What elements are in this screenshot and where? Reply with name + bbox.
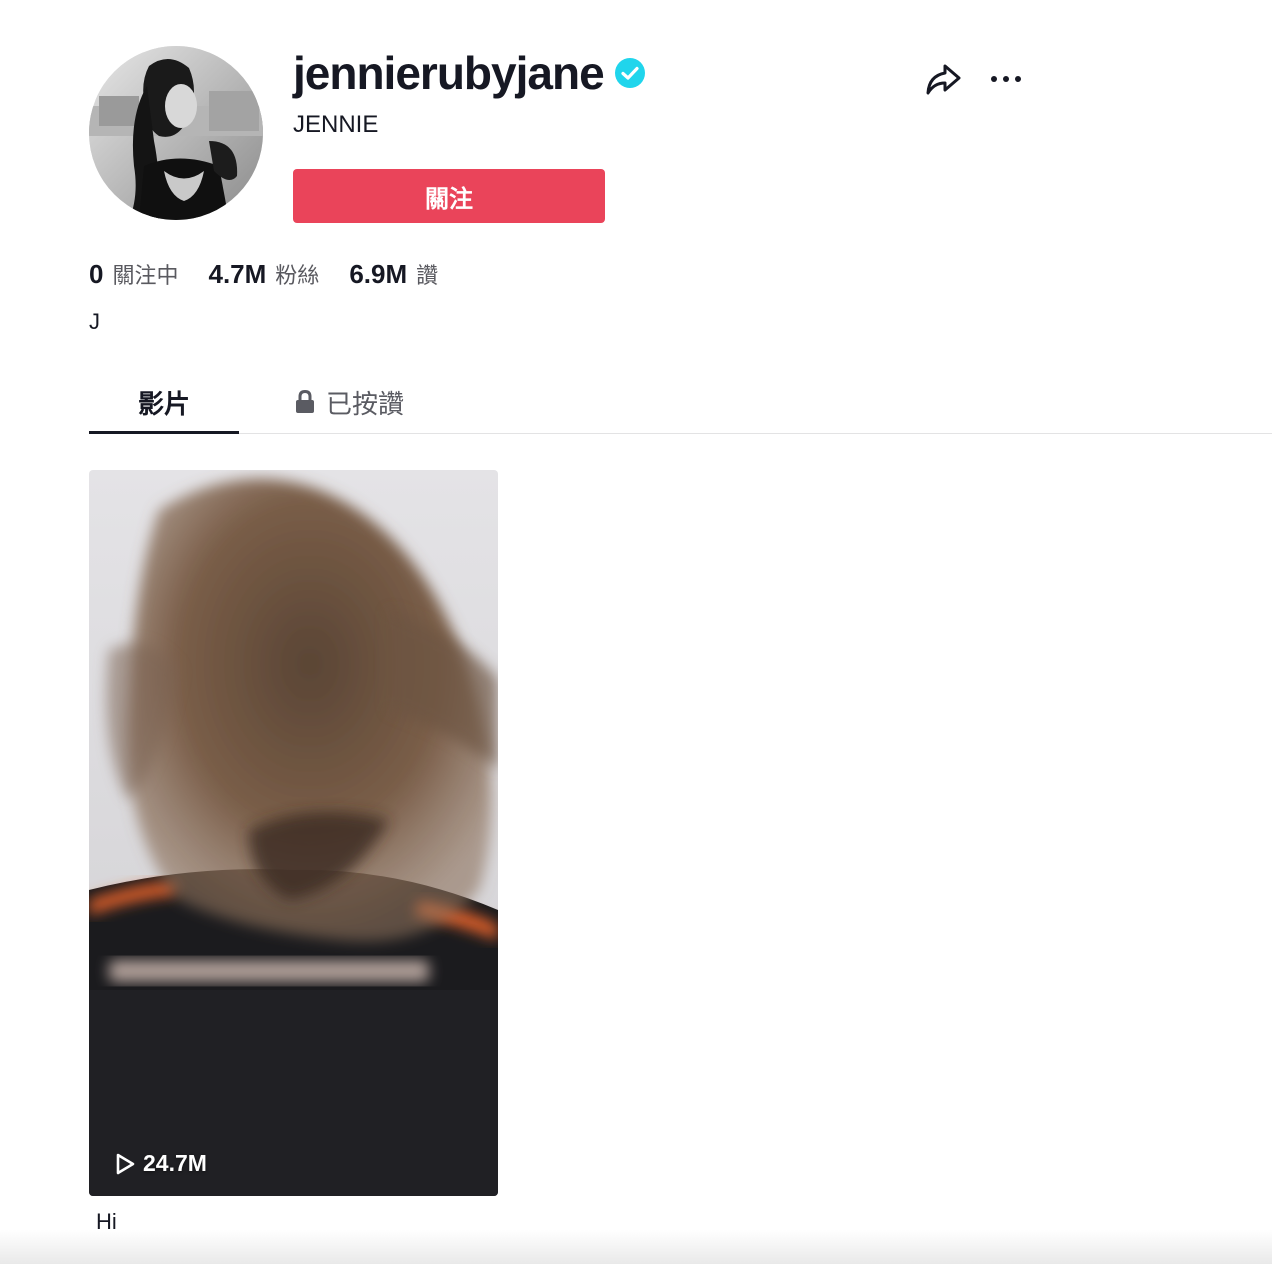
- tab-liked-label: 已按讚: [325, 389, 404, 420]
- share-arrow-icon[interactable]: [922, 58, 964, 100]
- tab-videos-label: 影片: [137, 389, 190, 420]
- tab-liked[interactable]: 已按讚: [279, 372, 419, 432]
- stat-following-label: 關注中: [112, 264, 179, 289]
- stat-following[interactable]: 0 關注中: [89, 258, 178, 290]
- avatar-image: [89, 46, 263, 220]
- lock-icon: [295, 389, 314, 413]
- username: jennierubyjane: [293, 47, 605, 99]
- follow-button[interactable]: 關注: [293, 169, 605, 223]
- video-play-count-text: 24.7M: [143, 1150, 207, 1176]
- profile-avatar: [89, 46, 263, 220]
- profile-stats: 0 關注中 4.7M 粉絲 6.9M 讚: [89, 254, 438, 294]
- tabs-divider: [89, 433, 1272, 434]
- stat-followers[interactable]: 4.7M 粉絲: [208, 258, 319, 290]
- stat-followers-count: 4.7M: [208, 259, 267, 289]
- bio: J: [89, 309, 100, 334]
- username-row: jennierubyjane: [293, 44, 646, 102]
- video-play-count: 24.7M: [113, 1150, 207, 1177]
- video-thumbnail: [89, 470, 498, 1196]
- stat-following-count: 0: [89, 259, 104, 289]
- tab-videos[interactable]: 影片: [89, 372, 239, 432]
- verified-badge-icon: [614, 58, 645, 88]
- stat-followers-label: 粉絲: [275, 264, 320, 289]
- nickname: JENNIE: [293, 111, 379, 138]
- bottom-fade: [0, 1230, 1272, 1264]
- more-horizontal-icon[interactable]: [986, 62, 1026, 96]
- stat-likes: 6.9M 讚: [349, 258, 438, 290]
- play-icon: [116, 1153, 135, 1174]
- active-tab-indicator: [89, 431, 239, 434]
- stat-likes-count: 6.9M: [349, 259, 408, 289]
- profile-tabs: 影片 已按讚: [89, 372, 1272, 434]
- stat-likes-label: 讚: [416, 264, 439, 289]
- video-card[interactable]: 24.7M: [89, 470, 498, 1196]
